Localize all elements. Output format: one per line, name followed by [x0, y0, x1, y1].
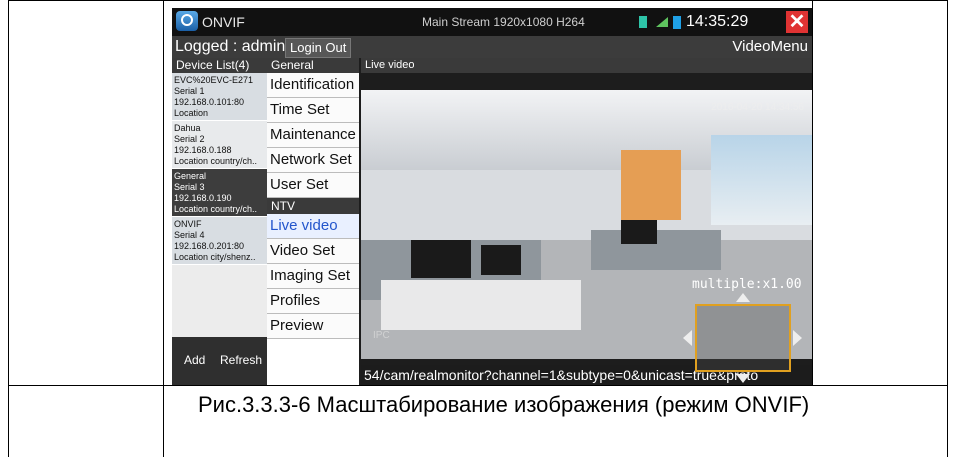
ptz-right-icon[interactable]	[793, 330, 802, 346]
app-title: ONVIF	[202, 14, 245, 30]
device-location: Location country/ch..	[174, 156, 258, 166]
video-ipc-label: IPC	[373, 330, 390, 341]
device-serial: Serial 2	[174, 134, 205, 144]
device-ip: 192.168.0.188	[174, 145, 232, 155]
video-menu-button[interactable]: VideoMenu	[732, 38, 808, 55]
menu-header-general: General	[267, 58, 359, 73]
menu-item-preview[interactable]: Preview	[267, 314, 359, 339]
menu-item-profiles[interactable]: Profiles	[267, 289, 359, 314]
zoom-level: multiple:x1.00	[692, 277, 802, 292]
menu-item-network-set[interactable]: Network Set	[267, 148, 359, 173]
menu-item-live-video[interactable]: Live video	[267, 214, 359, 239]
device-ip: 192.168.0.190	[174, 193, 232, 203]
battery-icon	[673, 16, 681, 29]
ptz-up-icon[interactable]	[736, 293, 750, 302]
device-item-4[interactable]: ONVIF Serial 4 192.168.0.201:80 Location…	[172, 217, 267, 265]
video-desk	[381, 280, 581, 330]
menu-item-user-set[interactable]: User Set	[267, 173, 359, 198]
menu-item-identification[interactable]: Identification	[267, 73, 359, 98]
device-item-2[interactable]: Dahua Serial 2 192.168.0.188 Location co…	[172, 121, 267, 169]
device-ip: 192.168.0.201:80	[174, 241, 245, 251]
settings-menu: General Identification Time Set Maintena…	[267, 58, 359, 385]
stream-info: Main Stream 1920x1080 H264	[422, 15, 585, 29]
menu-item-time-set[interactable]: Time Set	[267, 98, 359, 123]
table-divider-right	[812, 0, 813, 385]
toolbar: Logged : admin Login Out VideoMenu	[172, 36, 812, 58]
signal-icon	[639, 16, 647, 28]
video-orange-wall	[621, 150, 681, 220]
ptz-down-icon[interactable]	[736, 374, 750, 383]
menu-item-video-set[interactable]: Video Set	[267, 239, 359, 264]
video-header: Live video	[361, 58, 812, 73]
figure-caption: Рис.3.3.3-6 Масштабирование изображения …	[198, 392, 810, 417]
device-item-3[interactable]: General Serial 3 192.168.0.190 Location …	[172, 169, 267, 217]
refresh-button[interactable]: Refresh	[220, 349, 262, 371]
close-icon[interactable]: ✕	[786, 11, 808, 33]
device-name: EVC%20EVC-E271	[174, 75, 254, 85]
ptz-zoom-frame[interactable]	[695, 304, 791, 372]
device-list: Device List(4) EVC%20EVC-E271 Serial 1 1…	[172, 58, 267, 385]
table-divider-left	[163, 0, 164, 457]
device-serial: Serial 3	[174, 182, 205, 192]
video-window	[711, 135, 812, 225]
device-serial: Serial 4	[174, 230, 205, 240]
device-list-header: Device List(4)	[172, 58, 267, 73]
logged-in-label: Logged : admin	[175, 38, 286, 55]
network-icon	[656, 17, 668, 27]
login-out-button[interactable]: Login Out	[285, 38, 352, 58]
clock: 14:35:29	[686, 13, 749, 30]
device-item-1[interactable]: EVC%20EVC-E271 Serial 1 192.168.0.101:80…	[172, 73, 267, 121]
device-name: ONVIF	[174, 219, 202, 229]
device-name: General	[174, 171, 207, 181]
device-ip: 192.168.0.101:80	[174, 97, 245, 107]
device-list-actions: Add Refresh	[172, 337, 267, 385]
device-location: Location	[174, 108, 209, 118]
device-serial: Serial 1	[174, 86, 205, 96]
video-monitor	[411, 240, 471, 278]
menu-item-maintenance[interactable]: Maintenance	[267, 123, 359, 148]
menu-header-ntv: NTV	[267, 198, 359, 214]
device-name: Dahua	[174, 123, 201, 133]
device-screen: ONVIF Main Stream 1920x1080 H264 14:35:2…	[172, 8, 812, 385]
ptz-left-icon[interactable]	[683, 330, 692, 346]
table-divider-horizontal	[8, 385, 948, 386]
onvif-app-icon	[176, 11, 198, 31]
video-timestamp: 2016-04-20 14:34:56	[711, 102, 804, 113]
device-location: Location city/shenz..	[174, 252, 256, 262]
video-monitor	[481, 245, 521, 275]
video-monitor	[621, 220, 657, 244]
menu-item-imaging-set[interactable]: Imaging Set	[267, 264, 359, 289]
device-location: Location country/ch..	[174, 204, 258, 214]
status-bar: ONVIF Main Stream 1920x1080 H264 14:35:2…	[172, 8, 812, 36]
add-device-button[interactable]: Add	[184, 349, 205, 371]
